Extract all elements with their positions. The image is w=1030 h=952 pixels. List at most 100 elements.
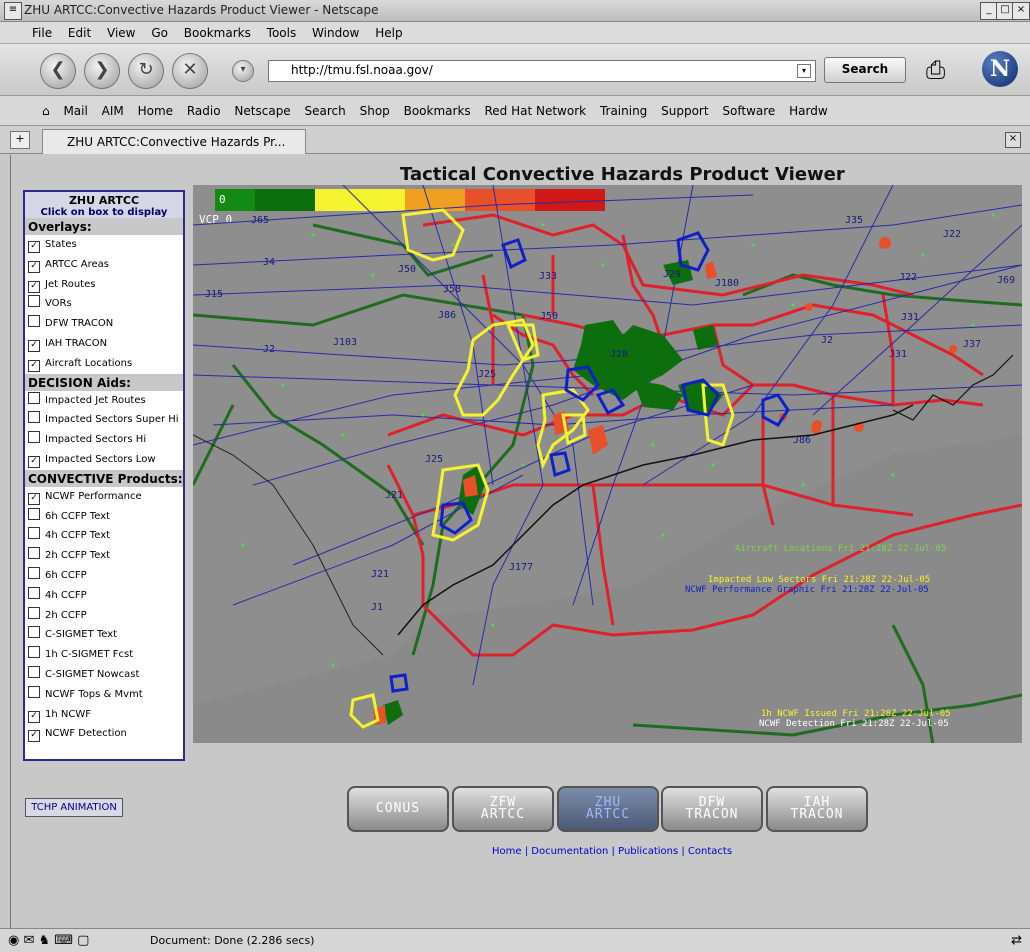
route-label: J50 xyxy=(540,311,558,322)
tchp-animation-button[interactable]: TCHP ANIMATION xyxy=(25,798,123,817)
print-icon[interactable]: ⎙ xyxy=(926,56,945,84)
toolbar-training[interactable]: Training xyxy=(600,104,647,118)
new-tab-icon[interactable]: + xyxy=(10,131,30,149)
panel-checkbox-row[interactable]: 6h CCFP xyxy=(25,566,183,586)
checkbox[interactable] xyxy=(28,626,40,639)
panel-checkbox-row[interactable]: ✓ Aircraft Locations xyxy=(25,354,183,374)
panel-checkbox-row[interactable]: ✓ 1h NCWF xyxy=(25,705,183,725)
panel-checkbox-row[interactable]: NCWF Tops & Mvmt xyxy=(25,685,183,705)
menu-view[interactable]: View xyxy=(107,26,135,40)
panel-checkbox-row[interactable]: 1h C-SIGMET Fcst xyxy=(25,645,183,665)
panel-checkbox-row[interactable]: ✓ ARTCC Areas xyxy=(25,255,183,275)
checkbox[interactable] xyxy=(28,606,40,619)
link-documentation[interactable]: Documentation xyxy=(531,846,608,857)
panel-checkbox-row[interactable]: Impacted Sectors Hi xyxy=(25,430,183,450)
checkbox[interactable]: ✓ xyxy=(28,492,40,505)
panel-checkbox-row[interactable]: 4h CCFP Text xyxy=(25,526,183,546)
checkbox[interactable] xyxy=(28,411,40,424)
link-contacts[interactable]: Contacts xyxy=(688,846,732,857)
tab-active[interactable]: ZHU ARTCC:Convective Hazards Pr... xyxy=(42,129,306,154)
checkbox[interactable] xyxy=(28,547,40,560)
checkbox[interactable] xyxy=(28,431,40,444)
url-field[interactable]: http://tmu.fsl.noaa.gov/ ▾ xyxy=(268,60,816,82)
checkbox-label: NCWF Tops & Mvmt xyxy=(45,688,143,700)
toolbar-radio[interactable]: Radio xyxy=(187,104,221,118)
checkbox[interactable]: ✓ xyxy=(28,730,40,743)
checkbox[interactable] xyxy=(28,665,40,678)
toolbar-redhat[interactable]: Red Hat Network xyxy=(484,104,586,118)
menu-window[interactable]: Window xyxy=(312,26,359,40)
checkbox[interactable] xyxy=(28,391,40,404)
reload-button[interactable]: ↻ xyxy=(128,53,164,89)
checkbox[interactable]: ✓ xyxy=(28,241,40,253)
toolbar-software[interactable]: Software xyxy=(722,104,775,118)
menu-edit[interactable]: Edit xyxy=(68,26,91,40)
search-button[interactable]: Search xyxy=(824,57,906,83)
link-publications[interactable]: Publications xyxy=(618,846,678,857)
panel-checkbox-row[interactable]: ✓ States xyxy=(25,235,183,255)
checkbox[interactable] xyxy=(28,566,40,579)
region-button-conus[interactable]: CONUS xyxy=(347,786,449,832)
toolbar-shop[interactable]: Shop xyxy=(360,104,390,118)
checkbox[interactable]: ✓ xyxy=(28,260,40,273)
close-tab-icon[interactable]: × xyxy=(1005,132,1021,148)
window-menu-icon[interactable]: ≡ xyxy=(4,2,22,20)
checkbox[interactable] xyxy=(28,586,40,599)
go-icon[interactable]: ▾ xyxy=(232,60,254,82)
menu-help[interactable]: Help xyxy=(375,26,402,40)
toolbar-mail[interactable]: Mail xyxy=(63,104,87,118)
toolbar-netscape[interactable]: Netscape xyxy=(234,104,290,118)
panel-checkbox-row[interactable]: ✓ NCWF Performance xyxy=(25,487,183,507)
region-button-iah-tracon[interactable]: IAH TRACON xyxy=(766,786,868,832)
back-button[interactable]: ❮ xyxy=(40,53,76,89)
panel-checkbox-row[interactable]: VORs xyxy=(25,294,183,314)
menu-bookmarks[interactable]: Bookmarks xyxy=(184,26,251,40)
panel-checkbox-row[interactable]: Impacted Sectors Super Hi xyxy=(25,410,183,430)
impacted-low-annotation: Impacted Low Sectors Fri 21:28Z 22-Jul-0… xyxy=(708,575,930,585)
toolbar-support[interactable]: Support xyxy=(661,104,708,118)
checkbox[interactable] xyxy=(28,295,40,308)
panel-checkbox-row[interactable]: ✓ Jet Routes xyxy=(25,275,183,295)
panel-checkbox-row[interactable]: 2h CCFP Text xyxy=(25,546,183,566)
toolbar-bookmarks[interactable]: Bookmarks xyxy=(404,104,471,118)
checkbox[interactable] xyxy=(28,646,40,659)
checkbox[interactable]: ✓ xyxy=(28,339,40,352)
panel-checkbox-row[interactable]: 6h CCFP Text xyxy=(25,507,183,527)
menu-tools[interactable]: Tools xyxy=(267,26,297,40)
url-dropdown-icon[interactable]: ▾ xyxy=(797,64,811,78)
checkbox[interactable] xyxy=(28,315,40,328)
close-icon[interactable]: × xyxy=(1012,2,1030,20)
panel-checkbox-row[interactable]: 2h CCFP xyxy=(25,606,183,626)
checkbox[interactable]: ✓ xyxy=(28,455,40,468)
toolbar-hardware[interactable]: Hardw xyxy=(789,104,828,118)
panel-checkbox-row[interactable]: DFW TRACON xyxy=(25,314,183,334)
checkbox[interactable]: ✓ xyxy=(28,710,40,723)
checkbox[interactable] xyxy=(28,685,40,698)
checkbox[interactable]: ✓ xyxy=(28,280,40,293)
panel-checkbox-row[interactable]: ✓ IAH TRACON xyxy=(25,334,183,354)
panel-checkbox-row[interactable]: ✓ NCWF Detection xyxy=(25,724,183,744)
region-button-zhu-artcc[interactable]: ZHU ARTCC xyxy=(557,786,659,832)
panel-checkbox-row[interactable]: C-SIGMET Text xyxy=(25,625,183,645)
toolbar-aim[interactable]: AIM xyxy=(102,104,124,118)
route-label: J103 xyxy=(333,337,357,348)
forward-button[interactable]: ❯ xyxy=(84,53,120,89)
menu-go[interactable]: Go xyxy=(151,26,168,40)
url-text: http://tmu.fsl.noaa.gov/ xyxy=(291,63,433,77)
checkbox[interactable] xyxy=(28,507,40,520)
checkbox[interactable] xyxy=(28,527,40,540)
link-home[interactable]: Home xyxy=(492,846,522,857)
panel-checkbox-row[interactable]: Impacted Jet Routes xyxy=(25,391,183,411)
checkbox-label: NCWF Detection xyxy=(45,728,127,740)
menu-file[interactable]: File xyxy=(32,26,52,40)
toolbar-search[interactable]: Search xyxy=(305,104,346,118)
panel-checkbox-row[interactable]: 4h CCFP xyxy=(25,586,183,606)
region-button-dfw-tracon[interactable]: DFW TRACON xyxy=(661,786,763,832)
home-tab-icon[interactable]: ⌂ xyxy=(42,104,50,118)
toolbar-home[interactable]: Home xyxy=(138,104,173,118)
region-button-zfw-artcc[interactable]: ZFW ARTCC xyxy=(452,786,554,832)
stop-button[interactable]: ✕ xyxy=(172,53,208,89)
panel-checkbox-row[interactable]: ✓ Impacted Sectors Low xyxy=(25,450,183,470)
checkbox[interactable]: ✓ xyxy=(28,359,40,372)
panel-checkbox-row[interactable]: C-SIGMET Nowcast xyxy=(25,665,183,685)
